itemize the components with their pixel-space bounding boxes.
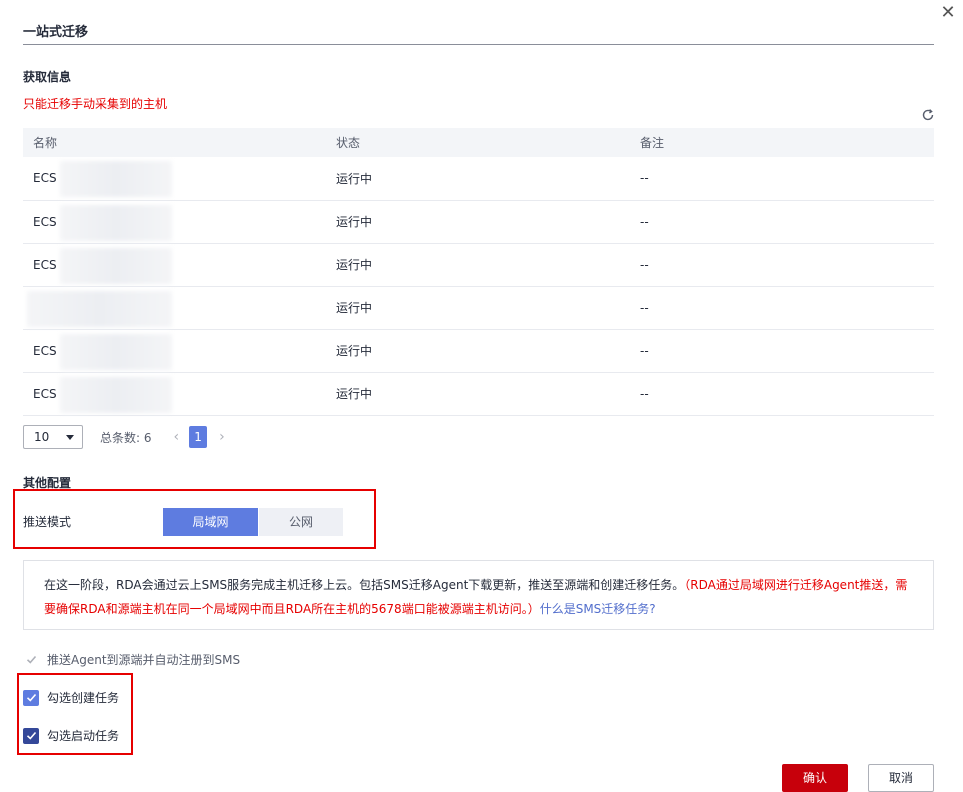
host-name: ECS [33, 343, 57, 358]
table-header: 名称 状态 备注 [23, 128, 934, 157]
prev-page-icon[interactable]: ‹ [174, 429, 180, 445]
push-mode-lan-button[interactable]: 局域网 [163, 508, 258, 536]
status-cell: 运行中 [326, 329, 630, 373]
redacted-area [60, 376, 172, 413]
start-task-checkbox-row: 勾选启动任务 [23, 727, 119, 744]
hosts-table: 名称 状态 备注 ECS 运行中 -- ECS 运行中 -- ECS 运行中 -… [23, 128, 934, 416]
status-cell: 运行中 [326, 243, 630, 287]
host-name: ECS [33, 171, 57, 186]
host-name-cell: ECS [23, 372, 326, 416]
host-name-cell: ECS [23, 200, 326, 244]
start-task-checkbox[interactable] [23, 727, 39, 744]
push-agent-checkbox-row: 推送Agent到源端并自动注册到SMS [23, 651, 240, 668]
check-icon [26, 731, 36, 740]
host-name: ECS [33, 257, 57, 272]
push-agent-checkbox[interactable] [23, 651, 39, 668]
chevron-down-icon [66, 434, 74, 440]
page-size-select[interactable]: 10 [23, 425, 83, 449]
table-row[interactable]: ECS 运行中 -- [23, 243, 934, 287]
info-text: 在这一阶段，RDA会通过云上SMS服务完成主机迁移上云。包括SMS迁移Agent… [44, 578, 685, 592]
redacted-area [27, 290, 172, 327]
status-cell: 运行中 [326, 200, 630, 244]
host-name-cell: ECS [23, 243, 326, 287]
host-name: ECS [33, 214, 57, 229]
table-row[interactable]: ECS 运行中 -- [23, 329, 934, 373]
sms-task-help-link[interactable]: 什么是SMS迁移任务? [540, 602, 656, 616]
push-mode-public-button[interactable]: 公网 [259, 508, 343, 536]
column-header-remark: 备注 [630, 128, 934, 157]
close-icon[interactable]: ✕ [938, 4, 958, 24]
status-cell: 运行中 [326, 372, 630, 416]
redacted-area [60, 204, 172, 241]
start-task-label: 勾选启动任务 [47, 729, 120, 743]
push-mode-label: 推送模式 [23, 515, 72, 529]
create-task-label: 勾选创建任务 [47, 691, 120, 705]
table-row[interactable]: ECS 运行中 -- [23, 372, 934, 416]
host-name: ECS [33, 386, 57, 401]
refresh-icon[interactable] [921, 108, 935, 122]
remark-cell: -- [630, 200, 934, 244]
warning-text: 只能迁移手动采集到的主机 [23, 97, 168, 111]
info-notice: 在这一阶段，RDA会通过云上SMS服务完成主机迁移上云。包括SMS迁移Agent… [23, 560, 934, 630]
column-header-status: 状态 [326, 128, 630, 157]
host-name-cell: ECS [23, 157, 326, 201]
info-section-title: 获取信息 [23, 70, 72, 84]
host-name-cell: ECS [23, 329, 326, 373]
create-task-checkbox-row: 勾选创建任务 [23, 689, 119, 706]
page-size-value: 10 [34, 430, 50, 444]
remark-cell: -- [630, 243, 934, 287]
redacted-area [60, 247, 172, 284]
table-row[interactable]: ECS 运行中 -- [23, 200, 934, 244]
status-cell: 运行中 [326, 286, 630, 330]
next-page-icon[interactable]: › [219, 429, 225, 445]
host-name-cell [23, 286, 326, 330]
create-task-checkbox[interactable] [23, 689, 39, 706]
pagination: 10 总条数: 6 ‹ 1 › [23, 425, 225, 449]
remark-cell: -- [630, 329, 934, 373]
page-number-button[interactable]: 1 [189, 426, 208, 448]
remark-cell: -- [630, 372, 934, 416]
title-divider [23, 44, 934, 45]
confirm-button[interactable]: 确认 [782, 764, 848, 792]
redacted-area [60, 161, 172, 197]
remark-cell: -- [630, 286, 934, 330]
table-row[interactable]: 运行中 -- [23, 286, 934, 330]
check-icon [26, 655, 36, 664]
remark-cell: -- [630, 157, 934, 201]
status-cell: 运行中 [326, 157, 630, 201]
total-count: 总条数: 6 [100, 430, 152, 445]
check-icon [26, 693, 36, 702]
push-agent-label: 推送Agent到源端并自动注册到SMS [47, 653, 241, 667]
redacted-area [60, 333, 172, 370]
cancel-button[interactable]: 取消 [868, 764, 934, 792]
column-header-name: 名称 [23, 128, 326, 157]
table-row[interactable]: ECS 运行中 -- [23, 157, 934, 201]
dialog-title: 一站式迁移 [23, 25, 89, 40]
